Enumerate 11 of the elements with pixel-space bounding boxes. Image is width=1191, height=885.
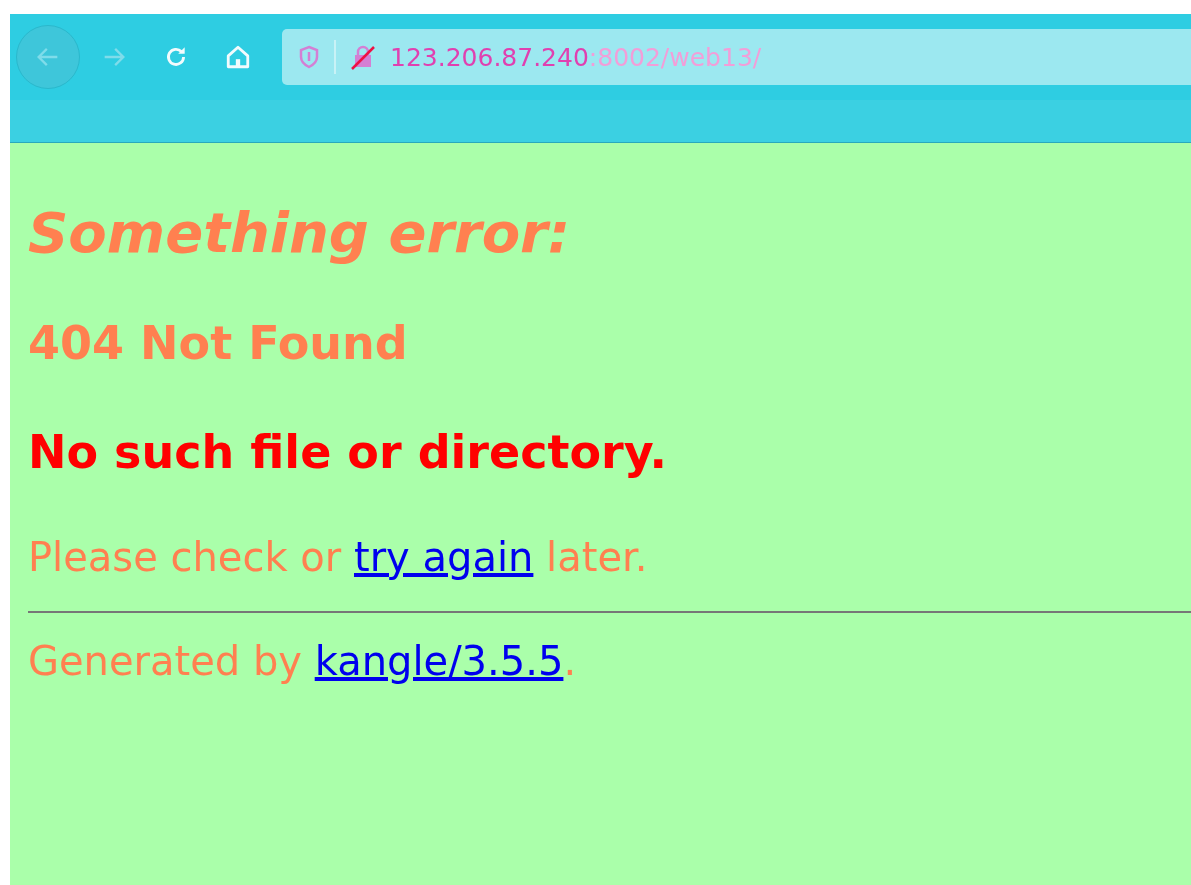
try-again-link[interactable]: try again — [354, 533, 534, 580]
kangle-link[interactable]: kangle/3.5.5 — [314, 637, 564, 684]
url-text: 123.206.87.240:8002/web13/ — [390, 42, 762, 72]
footer-text: Generated by kangle/3.5.5. — [28, 636, 578, 685]
error-message: No such file or directory. — [28, 425, 668, 481]
insecure-lock-icon[interactable] — [350, 44, 376, 70]
hint-text: Please check or try again later. — [28, 532, 649, 581]
home-icon — [225, 44, 251, 70]
status-heading: 404 Not Found — [28, 316, 409, 372]
shield-icon[interactable] — [298, 45, 320, 69]
error-heading: Something error: — [28, 199, 572, 267]
